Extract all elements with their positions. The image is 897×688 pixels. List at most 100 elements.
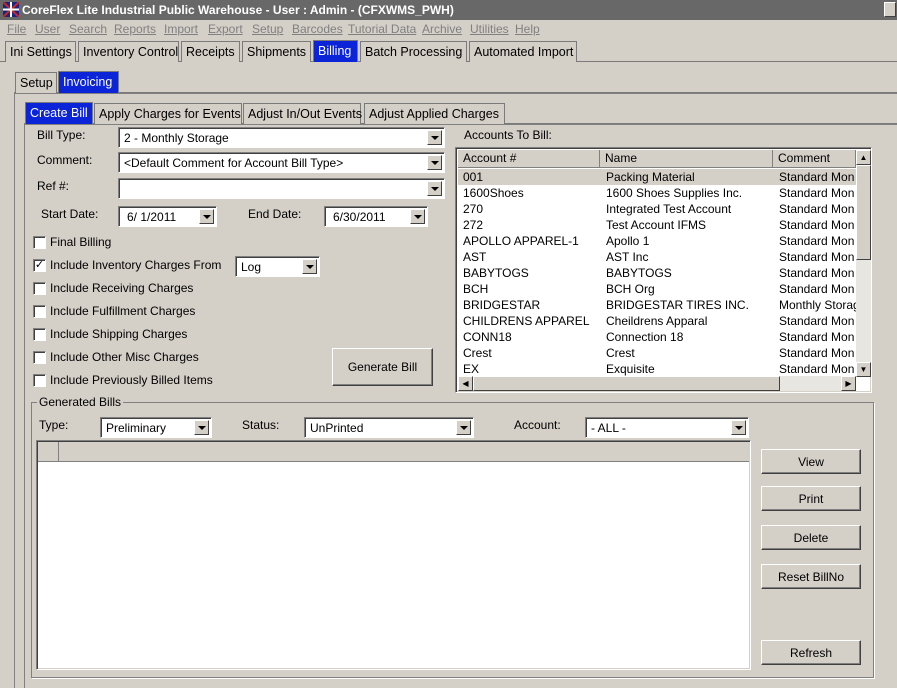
table-row[interactable]: 1600Shoes 1600 Shoes Supplies Inc. Standar… [458,185,856,201]
menu-user[interactable]: User [35,22,60,36]
tab-inventory-control[interactable]: Inventory Control [78,41,179,62]
chevron-down-icon[interactable] [302,259,317,274]
scroll-down-icon[interactable]: ▼ [856,362,871,377]
column-header-comment[interactable]: Comment [773,150,856,168]
menu-import[interactable]: Import [164,22,198,36]
ref-select[interactable] [118,178,445,199]
bill-kind-select[interactable]: Preliminary [100,417,212,438]
scroll-right-icon[interactable]: ▶ [841,376,856,391]
column-header-name[interactable]: Name [600,150,773,168]
table-row[interactable]: AST AST Inc Standard Mon [458,249,856,265]
comment-select[interactable]: <Default Comment for Account Bill Type> [118,152,445,173]
horizontal-scroll-thumb[interactable] [473,376,780,391]
account-number-cell: CONN18 [463,330,512,344]
menu-export[interactable]: Export [208,22,243,36]
comment-cell: Standard Mon [779,202,855,216]
scroll-up-icon[interactable]: ▲ [856,150,871,165]
menu-tutorial-data[interactable]: Tutorial Data [348,22,416,36]
start-date-picker[interactable]: 6/ 1/2011 [118,206,217,227]
start-date-label: Start Date: [41,207,99,221]
chevron-down-icon[interactable] [731,420,746,435]
table-row[interactable]: BRIDGESTAR BRIDGESTAR TIRES INC. Monthly S… [458,297,856,313]
ref-label: Ref #: [37,179,70,193]
table-row[interactable]: Crest Crest Standard Mon [458,345,856,361]
menu-setup[interactable]: Setup [252,22,283,36]
menu-file[interactable]: File [7,22,26,36]
vertical-scroll-thumb[interactable] [856,165,871,260]
include-other-misc-checkbox[interactable] [33,351,46,364]
window-control-button[interactable] [884,2,896,17]
include-inventory-label: Include Inventory Charges From [50,258,222,272]
chevron-down-icon[interactable] [410,209,425,224]
table-row[interactable]: 270 Integrated Test Account Standard Mon [458,201,856,217]
include-receiving-checkbox[interactable] [33,282,46,295]
menu-utilities[interactable]: Utilities [470,22,509,36]
include-shipping-checkbox[interactable] [33,328,46,341]
menu-archive[interactable]: Archive [422,22,462,36]
chevron-down-icon[interactable] [427,181,442,196]
table-row[interactable]: APOLLO APPAREL-1 Apollo 1 Standard Mon [458,233,856,249]
tab-adjust-applied-charges[interactable]: Adjust Applied Charges [364,103,505,124]
include-previously-billed-checkbox[interactable] [33,374,46,387]
tab-adjust-in-out-events[interactable]: Adjust In/Out Events [243,103,362,124]
include-other-misc-label: Include Other Misc Charges [50,350,199,364]
tab-batch-processing[interactable]: Batch Processing [360,41,467,62]
status-select[interactable]: UnPrinted [304,417,474,438]
account-select[interactable]: - ALL - [585,417,749,438]
horizontal-scrollbar[interactable]: ◀ ▶ [458,376,856,391]
menu-barcodes[interactable]: Barcodes [292,22,343,36]
comment-label: Comment: [37,153,93,167]
tab-automated-import[interactable]: Automated Import [469,41,577,62]
tab-invoicing[interactable]: Invoicing [58,71,119,93]
chevron-down-icon[interactable] [194,420,209,435]
include-previously-billed-label: Include Previously Billed Items [50,373,213,387]
vertical-scrollbar[interactable]: ▲ ▼ [856,150,871,377]
table-row[interactable]: 272 Test Account IFMS Standard Mon [458,217,856,233]
include-fulfillment-checkbox[interactable] [33,305,46,318]
tab-create-bill[interactable]: Create Bill [25,102,93,124]
account-number-cell: BCH [463,282,489,296]
scroll-left-icon[interactable]: ◀ [458,376,473,391]
menu-help[interactable]: Help [515,22,540,36]
table-row[interactable]: 001 Packing Material Standard Mon [458,169,856,185]
chevron-down-icon[interactable] [427,130,442,145]
view-button[interactable]: View [761,449,861,474]
chevron-down-icon[interactable] [427,155,442,170]
column-header-account[interactable]: Account # [458,150,600,168]
accounts-grid[interactable]: Account # Name Comment 001 Packing Materi… [455,147,872,393]
generate-bill-button[interactable]: Generate Bill [332,348,433,386]
bill-type-select[interactable]: 2 - Monthly Storage [118,127,445,148]
tab-apply-charges-for-events[interactable]: Apply Charges for Events [94,103,242,124]
grid-header-row [38,442,749,462]
chevron-down-icon[interactable] [199,209,214,224]
table-row[interactable]: BCH BCH Org Standard Mon [458,281,856,297]
account-number-cell: 272 [463,218,484,232]
print-button[interactable]: Print [761,486,861,511]
tab-receipts[interactable]: Receipts [181,41,240,62]
include-receiving-label: Include Receiving Charges [50,281,194,295]
final-billing-checkbox[interactable] [33,236,46,249]
name-cell: BCH Org [606,282,655,296]
include-fulfillment-label: Include Fulfillment Charges [50,304,196,318]
menu-search[interactable]: Search [69,22,107,36]
tab-setup[interactable]: Setup [15,72,57,93]
tab-ini-settings[interactable]: Ini Settings [5,41,76,62]
end-date-label: End Date: [248,207,302,221]
table-row[interactable]: CHILDRENS APPAREL Cheildrens Apparal Stand… [458,313,856,329]
tab-shipments[interactable]: Shipments [242,41,311,62]
chevron-down-icon[interactable] [456,420,471,435]
title-bar: CoreFlex Lite Industrial Public Warehous… [0,0,897,20]
table-row[interactable]: BABYTOGS BABYTOGS Standard Mon [458,265,856,281]
inventory-from-select[interactable]: Log [235,256,320,277]
include-inventory-checkbox[interactable]: ✓ [33,259,46,272]
delete-button[interactable]: Delete [761,525,861,550]
menu-reports[interactable]: Reports [114,22,156,36]
refresh-button[interactable]: Refresh [761,640,861,665]
table-row[interactable]: EX Exquisite Standard Mon [458,361,856,377]
end-date-picker[interactable]: 6/30/2011 [324,206,428,227]
reset-billno-button[interactable]: Reset BillNo [761,564,861,589]
table-row[interactable]: CONN18 Connection 18 Standard Mon [458,329,856,345]
include-shipping-label: Include Shipping Charges [50,327,188,341]
generated-bills-grid[interactable] [36,440,751,670]
tab-billing[interactable]: Billing [313,40,358,62]
